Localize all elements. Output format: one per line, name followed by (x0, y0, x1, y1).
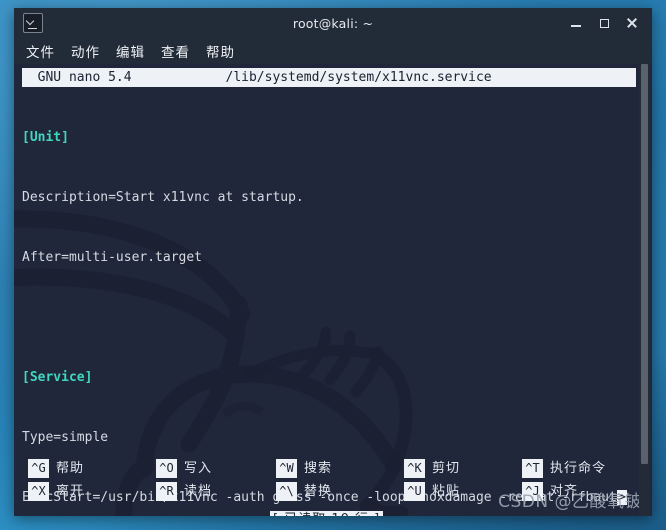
shortcut-label: 粘贴 (432, 483, 461, 499)
nano-file-content: [Unit] Description=Start x11vnc at start… (22, 88, 638, 516)
terminal-scrollbar[interactable] (639, 64, 650, 516)
file-line: [Unit] (22, 130, 69, 145)
close-icon[interactable] (625, 16, 639, 30)
shortcut-label: 写入 (184, 460, 213, 476)
shortcut-exit[interactable]: ^X 离开 (28, 481, 156, 502)
shortcut-read-file[interactable]: ^R 读档 (156, 481, 276, 502)
shortcut-cut[interactable]: ^K 剪切 (404, 458, 522, 479)
shortcut-label: 剪切 (432, 460, 461, 476)
shortcut-write-out[interactable]: ^O 写入 (156, 458, 276, 479)
nano-titlebar: GNU nano 5.4 /lib/systemd/system/x11vnc.… (22, 68, 636, 87)
terminal-body[interactable]: GNU nano 5.4 /lib/systemd/system/x11vnc.… (14, 64, 652, 516)
shortcut-key: ^U (404, 482, 425, 501)
terminal-window: root@kali: ~ 文件 动作 编辑 查看 帮助 GNU nano 5.4… (14, 8, 652, 516)
shortcut-execute-command[interactable]: ^T 执行命令 (522, 458, 606, 479)
shortcut-replace[interactable]: ^\ 替换 (276, 481, 404, 502)
window-titlebar[interactable]: root@kali: ~ (14, 8, 652, 38)
shortcut-label: 帮助 (56, 460, 85, 476)
shortcut-column-1: ^G 帮助 ^X 离开 (28, 458, 156, 504)
shortcut-label: 离开 (56, 483, 85, 499)
window-controls (569, 16, 646, 30)
menu-item-edit[interactable]: 编辑 (116, 41, 145, 61)
shortcut-column-2: ^O 写入 ^R 读档 (156, 458, 276, 504)
shortcut-key: ^\ (276, 482, 297, 501)
terminal-text-area: GNU nano 5.4 /lib/systemd/system/x11vnc.… (14, 64, 652, 516)
watermark-text: CSDN @乙酸氧铍 (498, 492, 642, 512)
shortcut-help[interactable]: ^G 帮助 (28, 458, 156, 479)
shortcut-key: ^G (28, 459, 49, 478)
terminal-icon (23, 13, 43, 33)
menu-item-view[interactable]: 查看 (161, 41, 190, 61)
file-line: [Service] (22, 370, 93, 385)
menu-item-actions[interactable]: 动作 (71, 41, 100, 61)
menubar: 文件 动作 编辑 查看 帮助 (14, 38, 652, 64)
shortcut-key: ^T (522, 459, 543, 478)
shortcut-key: ^O (156, 459, 177, 478)
shortcut-search[interactable]: ^W 搜索 (276, 458, 404, 479)
file-line: Type=simple (22, 430, 109, 445)
shortcut-label: 替换 (304, 483, 333, 499)
shortcut-key: ^X (28, 482, 49, 501)
shortcut-label: 搜索 (304, 460, 333, 476)
shortcut-column-3: ^W 搜索 ^\ 替换 (276, 458, 404, 504)
nano-status-message: [ 已读取 10 行 ] (270, 511, 384, 516)
shortcut-key: ^W (276, 459, 297, 478)
menu-item-file[interactable]: 文件 (26, 41, 55, 61)
shortcut-label: 执行命令 (550, 460, 607, 476)
minimize-icon[interactable] (569, 16, 583, 30)
file-line: Description=Start x11vnc at startup. (22, 190, 304, 205)
terminal-scrollbar-thumb[interactable] (641, 64, 648, 464)
shortcut-label: 读档 (184, 483, 213, 499)
file-line (22, 308, 638, 328)
maximize-icon[interactable] (597, 16, 611, 30)
shortcut-key: ^R (156, 482, 177, 501)
shortcut-key: ^K (404, 459, 425, 478)
window-title: root@kali: ~ (292, 15, 374, 31)
file-line: After=multi-user.target (22, 250, 203, 265)
menu-item-help[interactable]: 帮助 (206, 41, 235, 61)
